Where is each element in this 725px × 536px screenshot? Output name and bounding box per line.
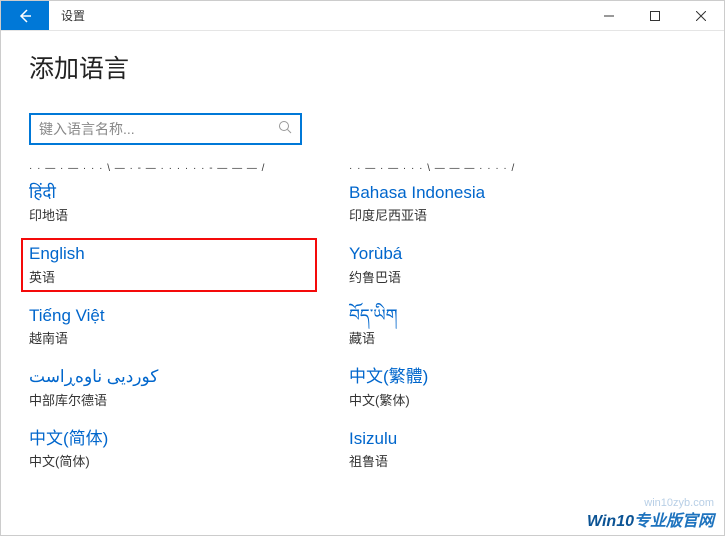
language-native-name: کوردیی ناوەڕاست — [29, 367, 309, 387]
language-native-name: Bahasa Indonesia — [349, 183, 629, 203]
brand-logo: Win10专业版官网 — [587, 507, 714, 531]
language-native-name: Tiếng Việt — [29, 306, 309, 326]
language-column-right: · · — · — · · · \ — — — · · · · / Bahasa… — [349, 163, 629, 490]
brand-win: Win — [587, 513, 616, 530]
maximize-button[interactable] — [632, 1, 678, 30]
truncated-row: · · — · — · · · \ — · - — · · · · · · - … — [29, 163, 309, 175]
maximize-icon — [650, 11, 660, 21]
back-button[interactable] — [1, 1, 49, 30]
window-title: 设置 — [49, 1, 586, 30]
language-local-name: 印地语 — [29, 205, 309, 224]
close-icon — [696, 11, 706, 21]
language-local-name: 藏语 — [349, 328, 629, 347]
language-column-left: · · — · — · · · \ — · - — · · · · · · - … — [29, 163, 309, 490]
language-local-name: 中文(繁体) — [349, 390, 629, 409]
language-item[interactable]: Yorùbá 约鲁巴语 — [349, 244, 629, 285]
language-native-name: 中文(简体) — [29, 429, 309, 449]
content: 添加语言 · · — · — · · · \ — · - — · · · · ·… — [1, 31, 724, 490]
arrow-left-icon — [17, 8, 33, 24]
language-item[interactable]: کوردیی ناوەڕاست 中部库尔德语 — [29, 367, 309, 408]
truncated-row: · · — · — · · · \ — — — · · · · / — [349, 163, 629, 175]
close-button[interactable] — [678, 1, 724, 30]
search-icon — [278, 120, 292, 139]
brand-rest: 专业版官网 — [634, 513, 714, 530]
language-native-name: English — [29, 244, 309, 264]
language-local-name: 祖鲁语 — [349, 451, 629, 470]
language-native-name: བོད་ཡིག — [349, 306, 629, 326]
language-local-name: 越南语 — [29, 328, 309, 347]
search-box[interactable] — [29, 113, 302, 145]
window-controls — [586, 1, 724, 30]
minimize-button[interactable] — [586, 1, 632, 30]
language-local-name: 中文(简体) — [29, 451, 309, 470]
titlebar: 设置 — [1, 1, 724, 31]
language-local-name: 约鲁巴语 — [349, 267, 629, 286]
language-item[interactable]: 中文(简体) 中文(简体) — [29, 429, 309, 470]
search-input[interactable] — [39, 121, 278, 137]
language-native-name: हिंदी — [29, 183, 309, 203]
language-native-name: 中文(繁體) — [349, 367, 629, 387]
language-native-name: Isizulu — [349, 429, 629, 449]
language-item[interactable]: Isizulu 祖鲁语 — [349, 429, 629, 470]
language-item[interactable]: Tiếng Việt 越南语 — [29, 306, 309, 347]
language-grid: · · — · — · · · \ — · - — · · · · · · - … — [29, 163, 696, 490]
page-title: 添加语言 — [29, 49, 696, 85]
language-native-name: Yorùbá — [349, 244, 629, 264]
language-local-name: 印度尼西亚语 — [349, 205, 629, 224]
language-item[interactable]: 中文(繁體) 中文(繁体) — [349, 367, 629, 408]
language-item[interactable]: English 英语 — [21, 238, 317, 291]
brand-10: 10 — [616, 513, 634, 530]
language-local-name: 英语 — [29, 267, 309, 286]
language-item[interactable]: Bahasa Indonesia 印度尼西亚语 — [349, 183, 629, 224]
language-local-name: 中部库尔德语 — [29, 390, 309, 409]
language-item[interactable]: हिंदी 印地语 — [29, 183, 309, 224]
minimize-icon — [604, 11, 614, 21]
language-item[interactable]: བོད་ཡིག 藏语 — [349, 306, 629, 347]
